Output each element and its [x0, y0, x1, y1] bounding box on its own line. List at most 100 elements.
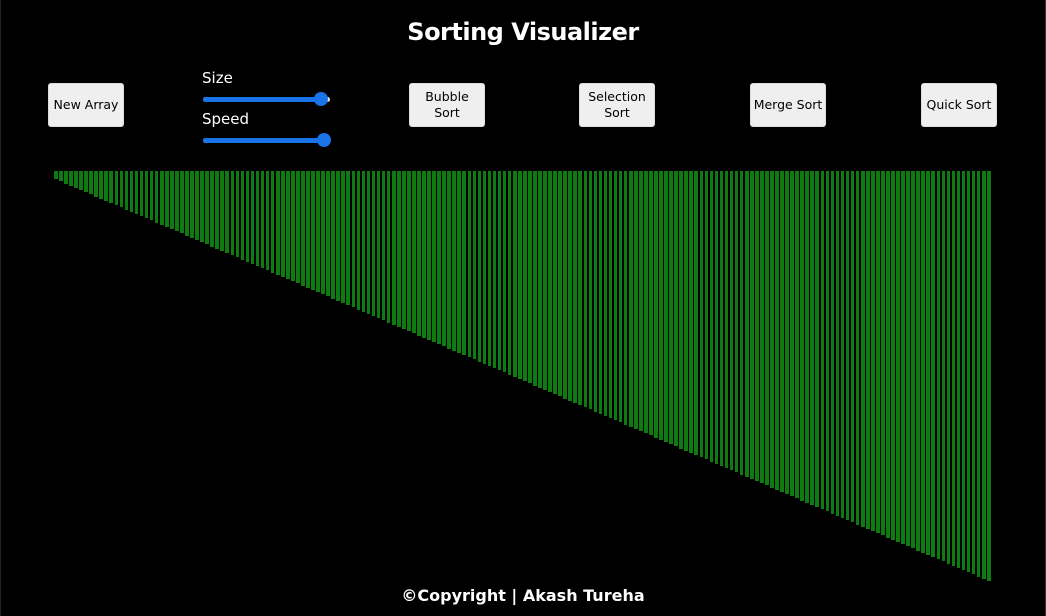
array-bar	[754, 171, 759, 481]
array-bar	[870, 171, 875, 531]
array-bar	[780, 171, 784, 492]
array-bar	[694, 171, 699, 455]
selection-sort-button[interactable]: Selection Sort	[579, 83, 655, 127]
array-bar	[956, 171, 961, 568]
array-bar	[119, 171, 124, 207]
array-bar	[649, 171, 653, 435]
array-bar	[381, 171, 386, 320]
size-slider[interactable]	[203, 92, 330, 106]
array-bar	[528, 171, 532, 383]
array-bar	[306, 171, 310, 288]
size-slider-fill	[203, 97, 322, 102]
array-bar	[180, 171, 184, 233]
array-bar	[467, 171, 472, 357]
array-bar	[497, 171, 502, 370]
array-bar	[407, 171, 411, 331]
array-bar	[588, 171, 593, 409]
array-bar	[336, 171, 341, 301]
array-bar	[709, 171, 714, 462]
array-bar	[457, 171, 462, 353]
array-bar	[512, 171, 517, 377]
array-bar	[255, 171, 260, 266]
array-bar	[104, 171, 109, 201]
array-bar	[195, 171, 199, 240]
array-bar	[911, 171, 915, 548]
array-bar	[830, 171, 835, 514]
array-bar	[452, 171, 457, 351]
array-bar	[517, 171, 522, 379]
array-bar	[623, 171, 628, 425]
array-bar	[654, 171, 658, 438]
array-bar	[523, 171, 527, 381]
array-bar	[89, 171, 93, 194]
speed-label: Speed	[202, 110, 250, 128]
array-bar	[891, 171, 895, 540]
array-bar	[472, 171, 477, 359]
array-bar	[492, 171, 497, 368]
quick-sort-button[interactable]: Quick Sort	[921, 83, 997, 127]
bubble-sort-button[interactable]: Bubble Sort	[409, 83, 485, 127]
array-bar	[800, 171, 804, 501]
array-bar	[114, 171, 119, 205]
array-bar	[386, 171, 391, 323]
array-bar	[598, 171, 603, 414]
array-bar	[936, 171, 941, 559]
array-bar	[215, 171, 219, 249]
size-label: Size	[202, 69, 233, 87]
array-bar	[79, 171, 83, 190]
array-bar	[684, 171, 688, 451]
array-bar	[533, 171, 537, 386]
array-bar	[296, 171, 300, 283]
merge-sort-button[interactable]: Merge Sort	[750, 83, 826, 127]
array-bar	[447, 171, 451, 349]
array-bar	[205, 171, 209, 244]
array-bar	[719, 171, 724, 466]
array-bar	[341, 171, 346, 303]
array-bar	[74, 171, 78, 188]
array-bar	[981, 171, 986, 579]
array-bar	[553, 171, 557, 394]
array-bar	[427, 171, 431, 340]
speed-slider-thumb[interactable]	[316, 133, 331, 147]
array-bar	[644, 171, 648, 433]
array-bar	[538, 171, 542, 388]
array-bar	[714, 171, 719, 464]
array-bar	[487, 171, 492, 366]
array-bar	[850, 171, 855, 522]
array-bar	[543, 171, 547, 390]
array-bar	[835, 171, 840, 516]
array-bar	[820, 171, 825, 509]
array-bar	[593, 171, 598, 412]
array-bar	[785, 171, 789, 494]
array-bar	[916, 171, 920, 551]
array-bar	[679, 171, 683, 449]
array-bar	[674, 171, 678, 446]
array-bar	[860, 171, 865, 527]
array-bar	[129, 171, 134, 212]
array-bar	[921, 171, 926, 553]
array-bar	[109, 171, 114, 203]
array-bars	[54, 171, 992, 581]
array-bar	[462, 171, 467, 355]
array-bar	[291, 171, 295, 281]
array-bar	[876, 171, 880, 533]
array-bar	[331, 171, 335, 299]
array-bar	[795, 171, 799, 498]
array-bar	[825, 171, 830, 511]
array-bar	[64, 171, 68, 184]
array-bar	[124, 171, 129, 210]
array-bar	[760, 171, 764, 483]
array-bar	[225, 171, 230, 253]
array-bar	[507, 171, 512, 375]
array-bar	[618, 171, 623, 422]
new-array-button[interactable]: New Array	[48, 83, 124, 127]
array-bar	[210, 171, 214, 247]
array-bar	[739, 171, 744, 475]
array-bar	[583, 171, 588, 407]
size-slider-thumb[interactable]	[314, 92, 329, 106]
array-bar	[316, 171, 320, 292]
array-bar	[931, 171, 936, 557]
footer-copyright: ©Copyright | Akash Tureha	[401, 586, 645, 605]
speed-slider[interactable]	[203, 133, 331, 147]
array-bar	[603, 171, 608, 416]
